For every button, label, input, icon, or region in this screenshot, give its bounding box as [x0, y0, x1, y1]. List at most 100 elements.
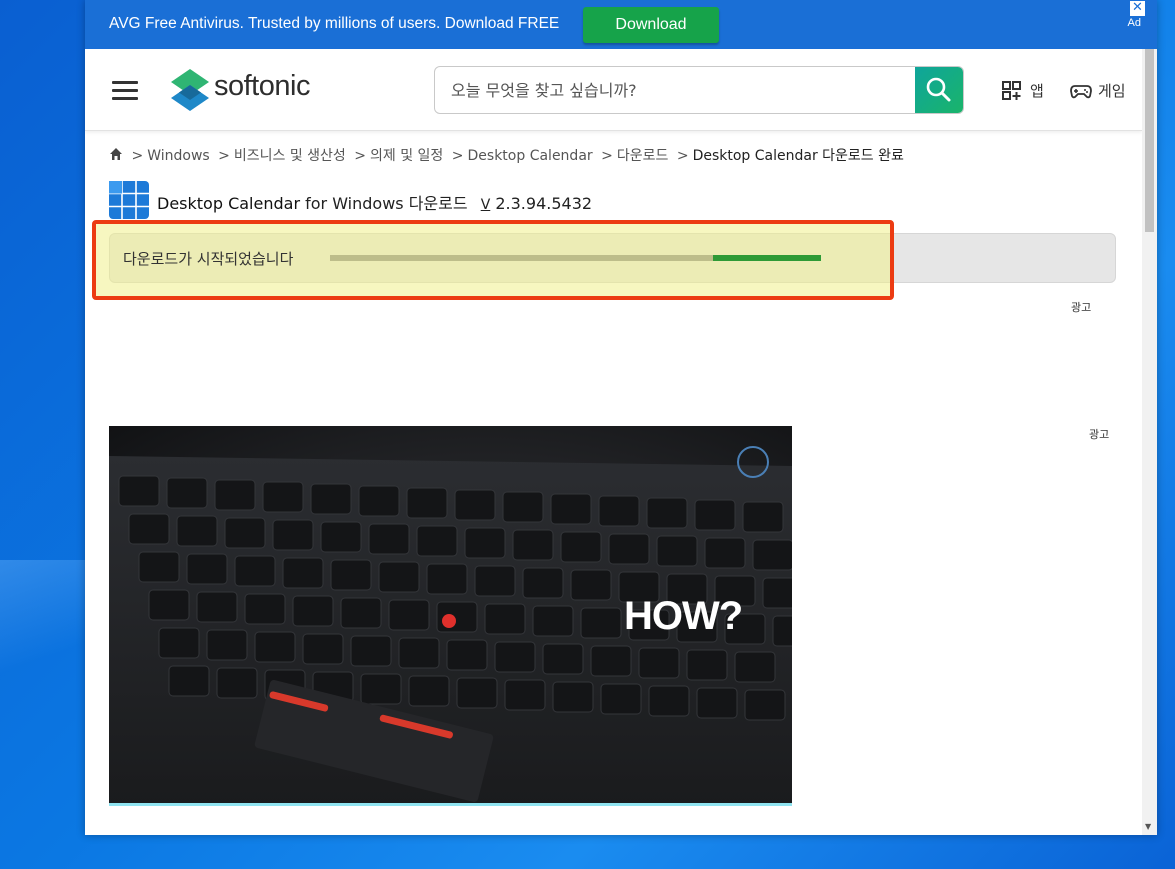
keyboard-key [648, 685, 690, 717]
download-status: 다운로드가 시작되었습니다 [123, 250, 294, 268]
keyboard-key [292, 595, 334, 627]
keyboard-key [532, 605, 574, 637]
hero-image[interactable]: HOW? [109, 426, 792, 806]
keyboard-key [456, 677, 498, 709]
site-header: softonic 앱 [85, 49, 1142, 131]
nav-games[interactable]: 게임 [1070, 80, 1140, 102]
ad-text[interactable]: AVG Free Antivirus. Trusted by millions … [109, 15, 559, 33]
softonic-logo-icon [171, 69, 209, 111]
download-progress-bar [330, 255, 821, 261]
keyboard-key [512, 529, 554, 561]
keyboard-key [752, 539, 792, 571]
keyboard-key [454, 489, 496, 521]
keyboard-key [168, 665, 210, 697]
keyboard-key [550, 493, 592, 525]
keyboard-key [206, 629, 248, 661]
keyboard-key [302, 633, 344, 665]
keyboard-key [214, 479, 256, 511]
nav-apps[interactable]: 앱 [1002, 80, 1062, 102]
breadcrumb-app[interactable]: Desktop Calendar [468, 148, 593, 164]
keyboard-key [398, 637, 440, 669]
keyboard-key [772, 615, 792, 647]
hero-overlay-text: HOW? [624, 594, 743, 638]
search-icon [926, 77, 951, 102]
keyboard-key [552, 681, 594, 713]
keyboard-key [272, 519, 314, 551]
keyboard-key [118, 475, 160, 507]
app-title-text: Desktop Calendar for Windows 다운로드 V 2.3.… [157, 190, 592, 214]
keyboard-key [696, 687, 738, 719]
breadcrumb-separator: > [354, 148, 367, 164]
keyboard-key [406, 487, 448, 519]
scroll-down-icon[interactable]: ▼ [1145, 822, 1151, 831]
ad-banner[interactable]: AVG Free Antivirus. Trusted by millions … [85, 0, 1157, 49]
vertical-scrollbar[interactable]: ▼ [1142, 49, 1157, 835]
gamepad-icon [1070, 85, 1092, 99]
calendar-app-icon [109, 181, 149, 219]
keyboard-key [416, 525, 458, 557]
keyboard-key [224, 517, 266, 549]
keyboard-key [148, 589, 190, 621]
keyboard-key [608, 533, 650, 565]
scrollbar-thumb[interactable] [1145, 49, 1154, 232]
keyboard-key [694, 499, 736, 531]
keyboard-key [310, 483, 352, 515]
apps-icon [1002, 81, 1021, 100]
keyboard-key [590, 645, 632, 677]
keyboard-key [464, 527, 506, 559]
keyboard-key [542, 643, 584, 675]
keyboard-key [686, 649, 728, 681]
app-name: Desktop Calendar [157, 194, 301, 213]
app-title-suffix: for Windows 다운로드 [305, 194, 468, 213]
logo-text: softonic [214, 70, 310, 102]
breadcrumb-separator: > [676, 148, 689, 164]
version-prefix[interactable]: V [481, 197, 491, 213]
keyboard-key [262, 481, 304, 513]
keyboard-key [186, 553, 228, 585]
search-box [434, 66, 964, 114]
keyboard-key [282, 557, 324, 589]
nav-games-label: 게임 [1098, 82, 1126, 100]
breadcrumb-separator: > [601, 148, 613, 164]
keyboard-key [474, 565, 516, 597]
keyboard-key [254, 631, 296, 663]
nav-apps-label: 앱 [1030, 82, 1044, 100]
search-button[interactable] [915, 67, 963, 113]
keyboard-key [598, 495, 640, 527]
keyboard-key [158, 627, 200, 659]
keyboard-key [522, 567, 564, 599]
keyboard-key [742, 501, 784, 533]
search-input[interactable] [435, 67, 917, 113]
download-progress-fill [712, 255, 821, 261]
breadcrumb-download[interactable]: 다운로드 [617, 148, 669, 164]
keyboard-key [744, 689, 786, 721]
keyboard-key [350, 635, 392, 667]
breadcrumb-separator: > [451, 148, 464, 164]
keyboard-key [330, 559, 372, 591]
keyboard-key [762, 577, 792, 609]
keyboard-key [494, 641, 536, 673]
keyboard-key [646, 497, 688, 529]
keyboard-key [484, 603, 526, 635]
keyboard-key [656, 535, 698, 567]
keyboard-key [216, 667, 258, 699]
breadcrumb-agenda[interactable]: 의제 및 일정 [370, 148, 443, 164]
keyboard-key [196, 591, 238, 623]
keyboard-key [360, 673, 402, 705]
browser-window: AVG Free Antivirus. Trusted by millions … [85, 0, 1157, 835]
home-icon[interactable] [109, 147, 123, 161]
keyboard-key [340, 597, 382, 629]
keyboard-key [446, 639, 488, 671]
breadcrumb-windows[interactable]: Windows [147, 148, 210, 164]
ad-label-1: 광고 [1071, 301, 1092, 314]
keyboard-key [502, 491, 544, 523]
keyboard-key [388, 599, 430, 631]
keyboard-key [368, 523, 410, 555]
ad-close-icon[interactable]: ✕ [1130, 1, 1145, 16]
breadcrumb-separator: > [218, 148, 230, 164]
breadcrumb-business[interactable]: 비즈니스 및 생산성 [234, 148, 346, 164]
ad-download-button[interactable]: Download [583, 7, 719, 43]
keyboard-key [176, 515, 218, 547]
keyboard-key [426, 563, 468, 595]
menu-icon[interactable] [112, 81, 138, 101]
